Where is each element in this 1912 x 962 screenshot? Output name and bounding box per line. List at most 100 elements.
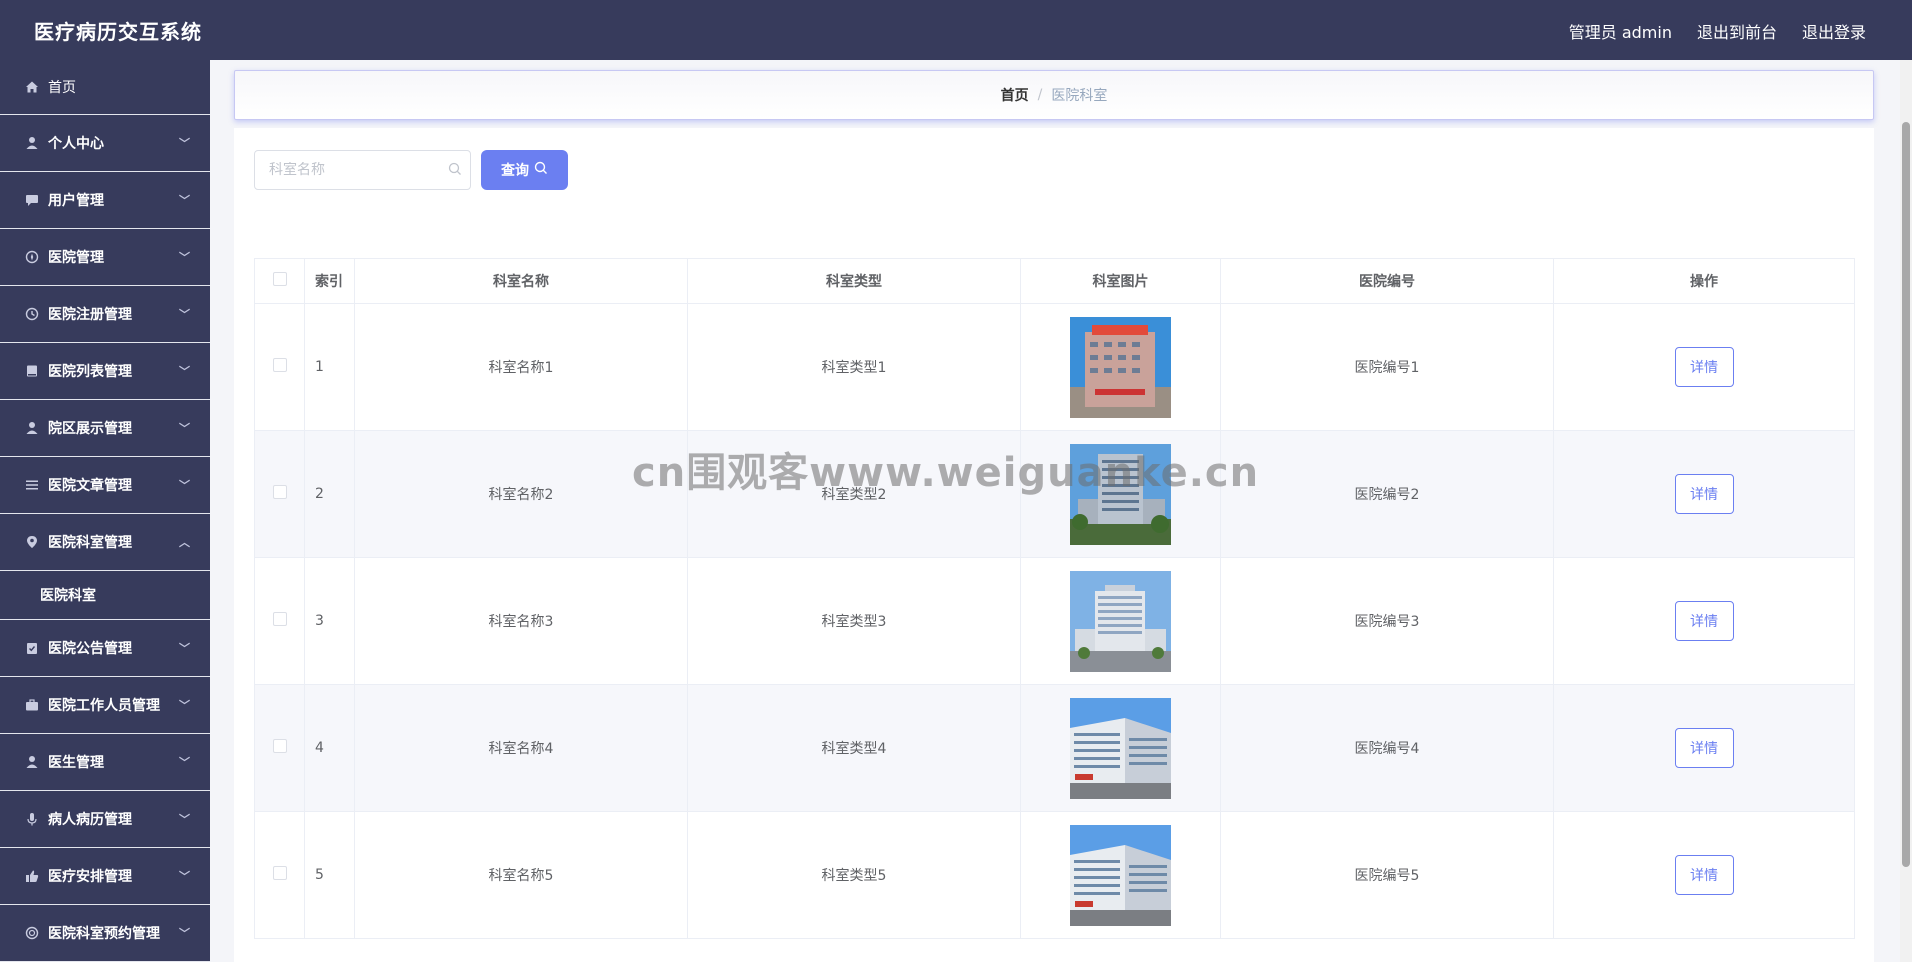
breadcrumb: 首页 / 医院科室 [234,70,1874,120]
table-row: 1 科室名称1 科室类型1 医院编号1 详情 [254,303,1855,431]
select-all-checkbox[interactable] [272,272,287,286]
table-row: 2 科室名称2 科室类型2 医院编号2 详情 [254,430,1855,558]
column-header-index: 索引 [304,258,355,304]
search-icon [448,162,462,180]
row-hospital: 医院编号5 [1220,811,1554,939]
sidebar-item-hospital-registration[interactable]: 医院注册管理 ﹀ [0,286,210,343]
sidebar-item-label: 医院工作人员管理 [48,698,160,714]
row-type: 科室类型3 [687,557,1021,685]
chevron-down-icon: ﹀ [179,137,190,150]
detail-button[interactable]: 详情 [1674,728,1734,768]
row-checkbox[interactable] [272,612,287,626]
chevron-down-icon: ﹀ [179,251,190,264]
department-table: 索引 科室名称 科室类型 科室图片 医院编号 操作 1 科室名称1 科室类型1 … [254,258,1855,939]
chevron-down-icon: ﹀ [179,194,190,207]
chevron-down-icon: ﹀ [179,870,190,883]
sidebar-item-medical-arrangement[interactable]: 医疗安排管理 ﹀ [0,848,210,905]
sidebar-item-staff-management[interactable]: 医院工作人员管理 ﹀ [0,677,210,734]
row-name: 科室名称4 [354,684,688,812]
department-image[interactable] [1070,443,1171,545]
compass-icon [24,249,40,265]
page-scrollbar[interactable] [1900,60,1912,962]
department-image[interactable] [1070,316,1171,418]
breadcrumb-current: 医院科室 [1051,88,1108,104]
row-checkbox[interactable] [272,739,287,753]
sidebar: 首页 个人中心 ﹀ 用户管理 ﹀ 医院管理 ﹀ 医院注册管理 ﹀ 医院列表管理 … [0,60,210,962]
pin-icon [24,534,40,550]
user-icon [24,754,40,770]
circle-icon [24,925,40,941]
search-input[interactable] [269,162,429,178]
query-button[interactable]: 查询 [481,150,568,190]
exit-to-front-link[interactable]: 退出到前台 [1697,19,1777,43]
detail-button[interactable]: 详情 [1674,855,1734,895]
department-image[interactable] [1070,697,1171,799]
row-name: 科室名称2 [354,430,688,558]
department-image[interactable] [1070,570,1171,672]
row-type: 科室类型5 [687,811,1021,939]
detail-button[interactable]: 详情 [1674,347,1734,387]
row-checkbox[interactable] [272,358,287,372]
admin-label[interactable]: 管理员 admin [1569,19,1672,43]
department-image[interactable] [1070,824,1171,926]
sidebar-item-department-appointment[interactable]: 医院科室预约管理 ﹀ [0,905,210,962]
sidebar-item-announcement[interactable]: 医院公告管理 ﹀ [0,620,210,677]
sidebar-item-home[interactable]: 首页 [0,60,210,115]
row-type: 科室类型1 [687,303,1021,431]
chevron-down-icon: ﹀ [179,927,190,940]
column-header-hospital: 医院编号 [1220,258,1554,304]
sidebar-item-medical-records[interactable]: 病人病历管理 ﹀ [0,791,210,848]
table-header-row: 索引 科室名称 科室类型 科室图片 医院编号 操作 [254,258,1855,304]
sidebar-item-campus-display[interactable]: 院区展示管理 ﹀ [0,400,210,457]
sidebar-item-personal-center[interactable]: 个人中心 ﹀ [0,115,210,172]
breadcrumb-home[interactable]: 首页 [1001,85,1029,105]
breadcrumb-separator: / [1037,87,1043,103]
thumb-icon [24,868,40,884]
book-icon [24,363,40,379]
top-header: 医疗病历交互系统 管理员 admin 退出到前台 退出登录 [0,0,1912,60]
sidebar-item-label: 病人病历管理 [48,812,132,828]
detail-button[interactable]: 详情 [1674,474,1734,514]
sidebar-item-hospital-management[interactable]: 医院管理 ﹀ [0,229,210,286]
column-header-action: 操作 [1553,258,1855,304]
chat-icon [24,192,40,208]
sidebar-item-label: 医生管理 [48,755,104,771]
sidebar-item-label: 医院列表管理 [48,364,132,380]
search-field-wrapper [254,150,471,190]
header-actions: 管理员 admin 退出到前台 退出登录 [1569,19,1866,43]
row-index: 3 [304,557,355,685]
scrollbar-thumb[interactable] [1902,122,1910,867]
table-row: 3 科室名称3 科室类型3 医院编号3 详情 [254,557,1855,685]
sidebar-item-doctor-management[interactable]: 医生管理 ﹀ [0,734,210,791]
row-index: 2 [304,430,355,558]
row-hospital: 医院编号1 [1220,303,1554,431]
chevron-down-icon: ﹀ [179,699,190,712]
sidebar-item-label: 医院管理 [48,250,104,266]
briefcase-icon [24,697,40,713]
sidebar-item-label: 用户管理 [48,193,104,209]
sidebar-item-label: 医院公告管理 [48,641,132,657]
sidebar-item-hospital-list[interactable]: 医院列表管理 ﹀ [0,343,210,400]
detail-button[interactable]: 详情 [1674,601,1734,641]
app-title: 医疗病历交互系统 [34,20,202,44]
query-button-label: 查询 [501,163,529,179]
sidebar-item-label: 首页 [48,80,76,96]
user-icon [24,135,40,151]
sidebar-item-user-management[interactable]: 用户管理 ﹀ [0,172,210,229]
row-index: 5 [304,811,355,939]
row-index: 4 [304,684,355,812]
row-hospital: 医院编号4 [1220,684,1554,812]
mic-icon [24,811,40,827]
table-row: 5 科室名称5 科室类型5 医院编号5 详情 [254,811,1855,939]
sidebar-item-hospital-articles[interactable]: 医院文章管理 ﹀ [0,457,210,514]
sidebar-subitem-department[interactable]: 医院科室 [0,571,210,620]
logout-link[interactable]: 退出登录 [1802,19,1866,43]
clock-icon [24,306,40,322]
column-header-name: 科室名称 [354,258,688,304]
clipboard-icon [24,640,40,656]
sidebar-item-department-management[interactable]: 医院科室管理 ︿ [0,514,210,571]
row-checkbox[interactable] [272,866,287,880]
sidebar-item-label: 医院文章管理 [48,478,132,494]
row-checkbox[interactable] [272,485,287,499]
column-header-type: 科室类型 [687,258,1021,304]
